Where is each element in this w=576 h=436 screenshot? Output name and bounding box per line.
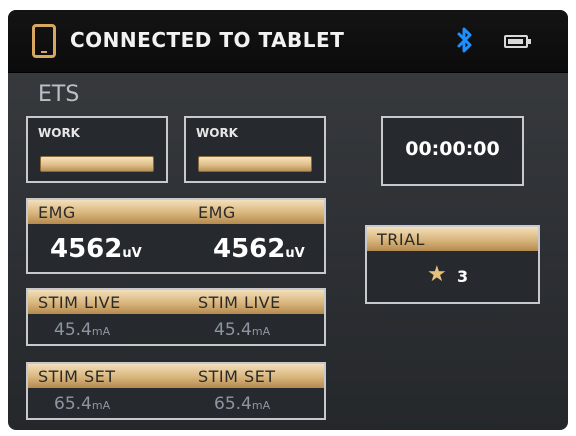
emg-number: 4562 [50, 234, 123, 264]
stim-live-number: 45.4 [54, 320, 92, 340]
battery-icon [504, 35, 531, 48]
mode-title: ETS [38, 82, 80, 107]
timer-value: 00:00:00 [405, 138, 500, 160]
work-bar [198, 156, 312, 172]
stim-live-value-right: 45.4mA [214, 320, 270, 340]
stim-live-number: 45.4 [214, 320, 252, 340]
emg-number: 4562 [213, 234, 286, 264]
emg-value-left: 4562uV [50, 234, 142, 264]
trial-label: TRIAL [377, 230, 425, 249]
emg-unit: uV [285, 246, 305, 261]
stim-live-value-left: 45.4mA [54, 320, 110, 340]
connection-status: CONNECTED TO TABLET [70, 28, 345, 52]
stim-live-unit: mA [251, 325, 271, 338]
work-panel-right[interactable]: WORK [184, 116, 326, 183]
tablet-icon [32, 24, 56, 58]
stim-set-number: 65.4 [214, 394, 252, 414]
emg-unit: uV [122, 246, 142, 261]
work-label: WORK [38, 126, 80, 140]
stim-set-number: 65.4 [54, 394, 92, 414]
emg-panel[interactable]: EMG EMG 4562uV 4562uV [26, 198, 326, 274]
trial-header: TRIAL [367, 227, 538, 251]
bluetooth-icon[interactable] [456, 25, 474, 55]
emg-value-right: 4562uV [213, 234, 305, 264]
stim-live-label-right: STIM LIVE [198, 293, 281, 312]
timer-panel[interactable]: 00:00:00 [381, 116, 524, 186]
stim-live-header: STIM LIVE STIM LIVE [28, 290, 324, 314]
status-bar: CONNECTED TO TABLET [8, 10, 568, 73]
stim-set-panel[interactable]: STIM SET STIM SET 65.4mA 65.4mA [26, 362, 326, 420]
trial-panel[interactable]: TRIAL ★ 3 [365, 225, 540, 304]
emg-label-right: EMG [198, 203, 236, 222]
star-icon: ★ [427, 262, 447, 287]
stim-set-unit: mA [91, 399, 111, 412]
work-bar [40, 156, 154, 172]
trial-count: 3 [457, 267, 469, 286]
emg-header: EMG EMG [28, 200, 324, 224]
stim-set-label-right: STIM SET [198, 367, 276, 386]
device-screen: CONNECTED TO TABLET ETS WORK WORK 00:00:… [8, 10, 568, 430]
emg-label-left: EMG [38, 203, 76, 222]
stim-live-unit: mA [91, 325, 111, 338]
stim-set-label-left: STIM SET [38, 367, 116, 386]
stim-set-value-right: 65.4mA [214, 394, 270, 414]
stim-set-value-left: 65.4mA [54, 394, 110, 414]
stim-set-unit: mA [251, 399, 271, 412]
work-label: WORK [196, 126, 238, 140]
stim-live-label-left: STIM LIVE [38, 293, 121, 312]
stim-live-panel[interactable]: STIM LIVE STIM LIVE 45.4mA 45.4mA [26, 288, 326, 346]
stim-set-header: STIM SET STIM SET [28, 364, 324, 388]
work-panel-left[interactable]: WORK [26, 116, 168, 183]
